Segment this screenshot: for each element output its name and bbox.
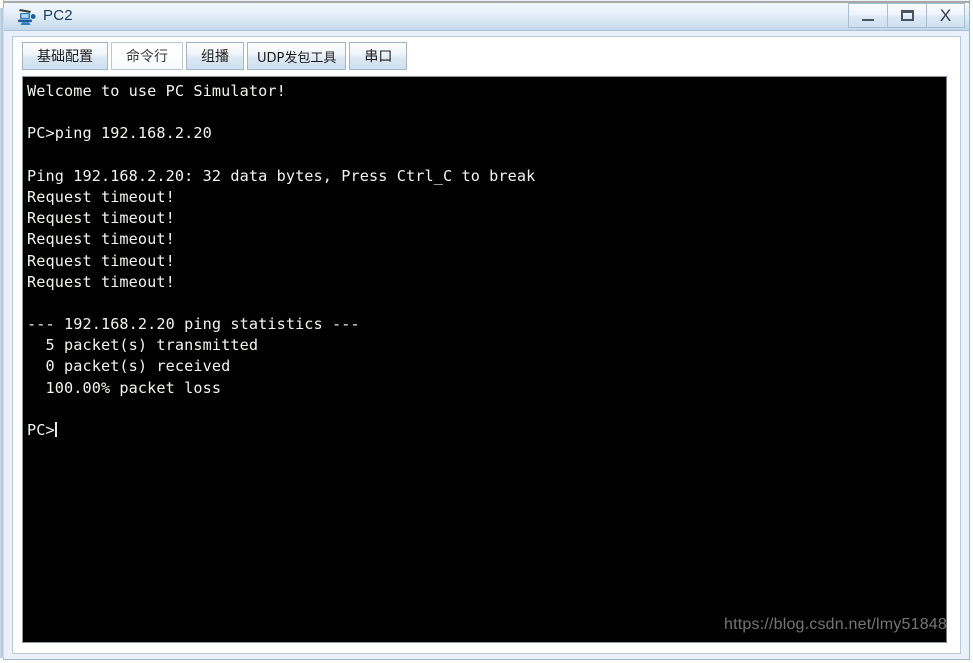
terminal-line: Ping 192.168.2.20: 32 data bytes, Press … [27,166,536,185]
terminal-line: Request timeout! [27,187,175,206]
tab-udp-tool[interactable]: UDP发包工具 [247,42,347,70]
terminal-cursor [54,422,57,437]
terminal-line: PC>ping 192.168.2.20 [27,124,212,143]
tab-multicast[interactable]: 组播 [186,42,244,70]
terminal-line: --- 192.168.2.20 ping statistics --- [27,315,360,334]
tab-udp-tool-label: UDP发包工具 [257,50,337,66]
terminal-line: PC> [27,421,57,439]
tab-multicast-label: 组播 [201,49,229,65]
terminal-line: Request timeout! [27,272,175,291]
pc-simulator-window: PC2 X 基础配置 命令行 组播 UDP发包工具 串口 Welcome to … [0,0,973,663]
minimize-icon [862,18,874,21]
watermark: https://blog.csdn.net/lmy51848 [723,616,947,633]
tab-basic-config[interactable]: 基础配置 [22,42,108,70]
title-bar[interactable]: PC2 X [4,1,969,31]
close-icon: X [939,6,952,25]
terminal-line: 100.00% packet loss [27,378,222,397]
tab-serial-port[interactable]: 串口 [349,42,408,70]
terminal-output: Welcome to use PC Simulator! PC>ping 192.… [23,77,946,441]
tab-command-line-label: 命令行 [126,49,168,65]
close-button[interactable]: X [926,3,965,28]
minimize-button[interactable] [848,3,887,28]
terminal-line: Request timeout! [27,209,175,228]
tab-strip: 基础配置 命令行 组播 UDP发包工具 串口 [13,37,960,71]
terminal-console[interactable]: Welcome to use PC Simulator! PC>ping 192.… [22,76,947,643]
content-panel: 基础配置 命令行 组播 UDP发包工具 串口 Welcome to use PC… [12,36,961,654]
tab-serial-port-label: 串口 [364,49,393,65]
terminal-line: 5 packet(s) transmitted [27,336,259,355]
pc-network-device-icon [17,6,37,26]
terminal-line: 0 packet(s) received [27,357,231,376]
tab-basic-config-label: 基础配置 [37,49,93,65]
window-controls: X [848,3,965,29]
terminal-line: Request timeout! [27,251,175,270]
maximize-icon [900,10,914,21]
window-title: PC2 [43,7,73,24]
terminal-line: Request timeout! [27,230,175,249]
window-frame-left-edge [0,8,4,658]
tab-command-line[interactable]: 命令行 [111,42,183,70]
terminal-line: Welcome to use PC Simulator! [27,82,286,100]
maximize-button[interactable] [887,3,926,28]
